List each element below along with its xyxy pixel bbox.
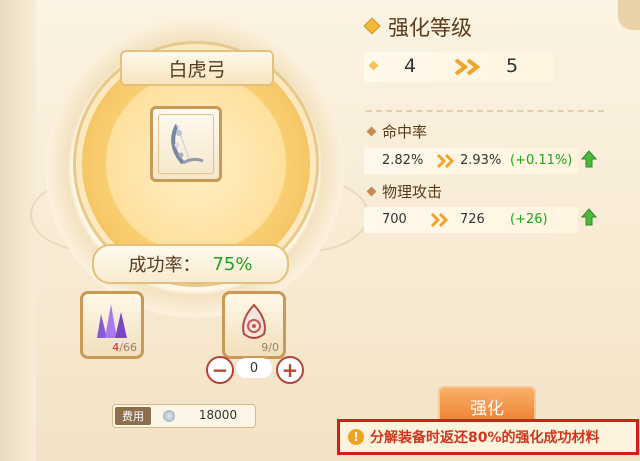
frame-corner bbox=[618, 0, 640, 30]
up-arrow-icon bbox=[581, 208, 597, 226]
up-arrow-icon bbox=[581, 150, 597, 168]
level-current: 4 bbox=[404, 55, 417, 77]
diamond-bullet-icon bbox=[368, 60, 379, 71]
panel-title: 强化等级 bbox=[388, 16, 472, 40]
stat-row-hit: 2.82% 2.93% (+0.11%) bbox=[364, 148, 578, 174]
quantity-value[interactable]: 0 bbox=[236, 358, 272, 378]
item-name: 白虎弓 bbox=[120, 50, 274, 86]
material-slot-crystal[interactable]: 4/66 bbox=[80, 291, 144, 359]
cost-display: 费用 18000 bbox=[112, 404, 256, 428]
stat-row-attack: 700 726 (+26) bbox=[364, 207, 578, 233]
minus-button[interactable]: − bbox=[206, 356, 234, 384]
stat-label-attack: 物理攻击 bbox=[382, 183, 443, 201]
quantity-stepper: − 0 + bbox=[206, 356, 304, 384]
level-next: 5 bbox=[506, 55, 519, 77]
success-rate: 成功率： 75% bbox=[92, 244, 289, 284]
material-count: 9/0 bbox=[261, 341, 279, 354]
stat-gain: (+0.11%) bbox=[510, 153, 573, 168]
bow-icon bbox=[171, 124, 204, 165]
material-required: /66 bbox=[119, 341, 137, 354]
stat-to: 726 bbox=[460, 212, 485, 227]
item-slot[interactable] bbox=[150, 106, 222, 182]
talisman-stone-icon bbox=[242, 303, 266, 339]
diamond-bullet-icon bbox=[363, 17, 381, 35]
level-bar: 4 5 bbox=[364, 52, 554, 82]
diamond-bullet-icon bbox=[366, 126, 377, 137]
stat-label-hit: 命中率 bbox=[382, 123, 428, 141]
diamond-bullet-icon bbox=[366, 186, 377, 197]
material-slot-talisman[interactable]: 9/0 bbox=[222, 291, 286, 359]
double-arrow-icon bbox=[436, 154, 455, 168]
double-arrow-icon bbox=[430, 213, 449, 227]
stat-from: 700 bbox=[382, 212, 407, 227]
plus-button[interactable]: + bbox=[276, 356, 304, 384]
double-arrow-icon bbox=[454, 59, 481, 75]
stat-gain: (+26) bbox=[510, 212, 548, 227]
silver-coin-icon bbox=[163, 410, 175, 422]
stat-to: 2.93% bbox=[460, 153, 502, 168]
stat-from: 2.82% bbox=[382, 153, 424, 168]
cost-label: 费用 bbox=[115, 407, 151, 425]
cost-amount: 18000 bbox=[198, 408, 238, 422]
notice-text: 分解装备时返还80%的强化成功材料 bbox=[370, 430, 600, 446]
success-rate-label: 成功率： bbox=[128, 255, 201, 276]
material-count: 4/66 bbox=[112, 341, 137, 354]
divider bbox=[366, 110, 604, 112]
purple-crystal-icon bbox=[97, 304, 127, 338]
notice-banner: ! 分解装备时返还80%的强化成功材料 bbox=[337, 419, 639, 455]
success-rate-value: 75% bbox=[212, 253, 253, 275]
warning-icon: ! bbox=[348, 429, 364, 445]
frame-left bbox=[0, 0, 36, 461]
